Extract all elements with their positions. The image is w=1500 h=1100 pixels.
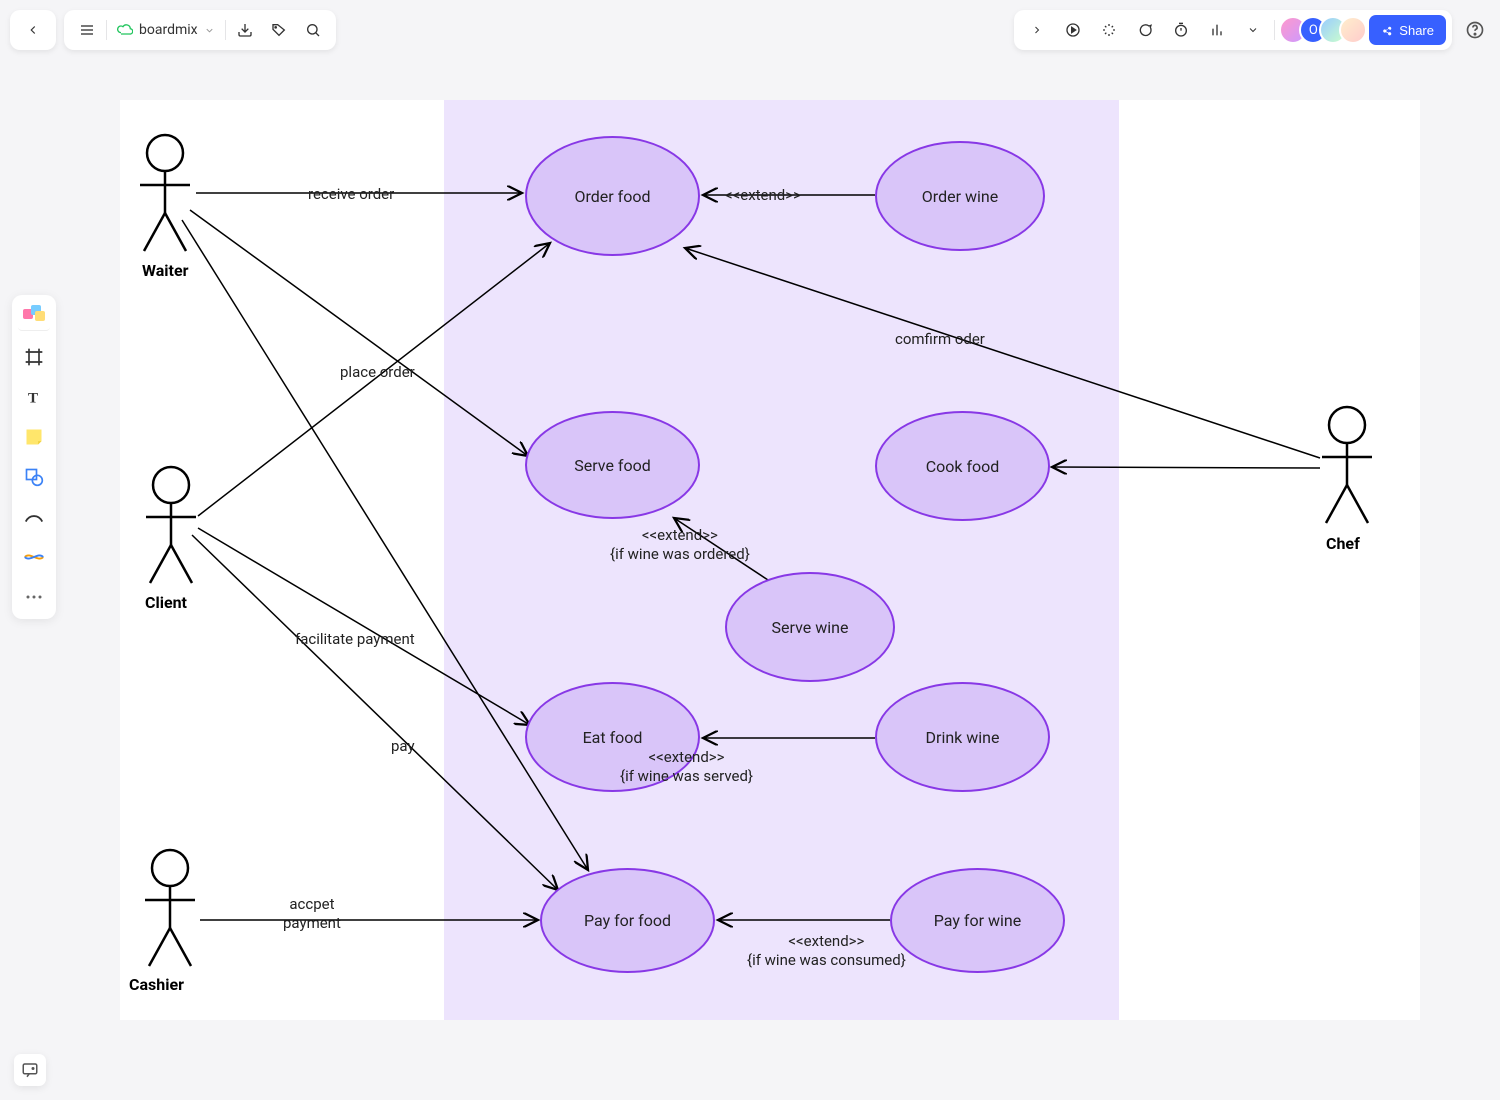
edge-label: <<extend>> <box>725 186 801 205</box>
edge-label: receive order <box>308 185 394 204</box>
edge-label: accpet payment <box>283 895 341 933</box>
edge-label: comfirm oder <box>895 330 985 349</box>
edge-label: pay <box>391 737 415 756</box>
usecase-cook-food[interactable]: Cook food <box>875 411 1050 521</box>
edge-label: place order <box>340 363 415 382</box>
actor-label: Client <box>145 593 187 612</box>
usecase-order-wine[interactable]: Order wine <box>875 141 1045 251</box>
usecase-serve-food[interactable]: Serve food <box>525 411 700 519</box>
usecase-pay-for-wine[interactable]: Pay for wine <box>890 868 1065 973</box>
actor-cashier[interactable] <box>141 848 199 968</box>
actor-label: Cashier <box>129 975 184 994</box>
usecase-pay-for-food[interactable]: Pay for food <box>540 868 715 973</box>
actor-waiter[interactable] <box>136 133 194 253</box>
diagram-canvas[interactable]: Waiter Client Cashier Chef Order food Or… <box>120 100 1420 1020</box>
edge-label: <<extend>> {if wine was ordered} <box>610 526 750 564</box>
edge-label: facilitate payment <box>295 630 415 649</box>
actor-client[interactable] <box>142 465 200 585</box>
actor-chef[interactable] <box>1318 405 1376 525</box>
canvas[interactable]: Waiter Client Cashier Chef Order food Or… <box>0 0 1500 1100</box>
usecase-order-food[interactable]: Order food <box>525 136 700 256</box>
edge-label: <<extend>> {if wine was consumed} <box>747 932 906 970</box>
usecase-serve-wine[interactable]: Serve wine <box>725 572 895 682</box>
edge-label: <<extend>> {if wine was served} <box>620 748 753 786</box>
actor-label: Waiter <box>142 261 188 280</box>
usecase-drink-wine[interactable]: Drink wine <box>875 682 1050 792</box>
actor-label: Chef <box>1326 534 1360 553</box>
